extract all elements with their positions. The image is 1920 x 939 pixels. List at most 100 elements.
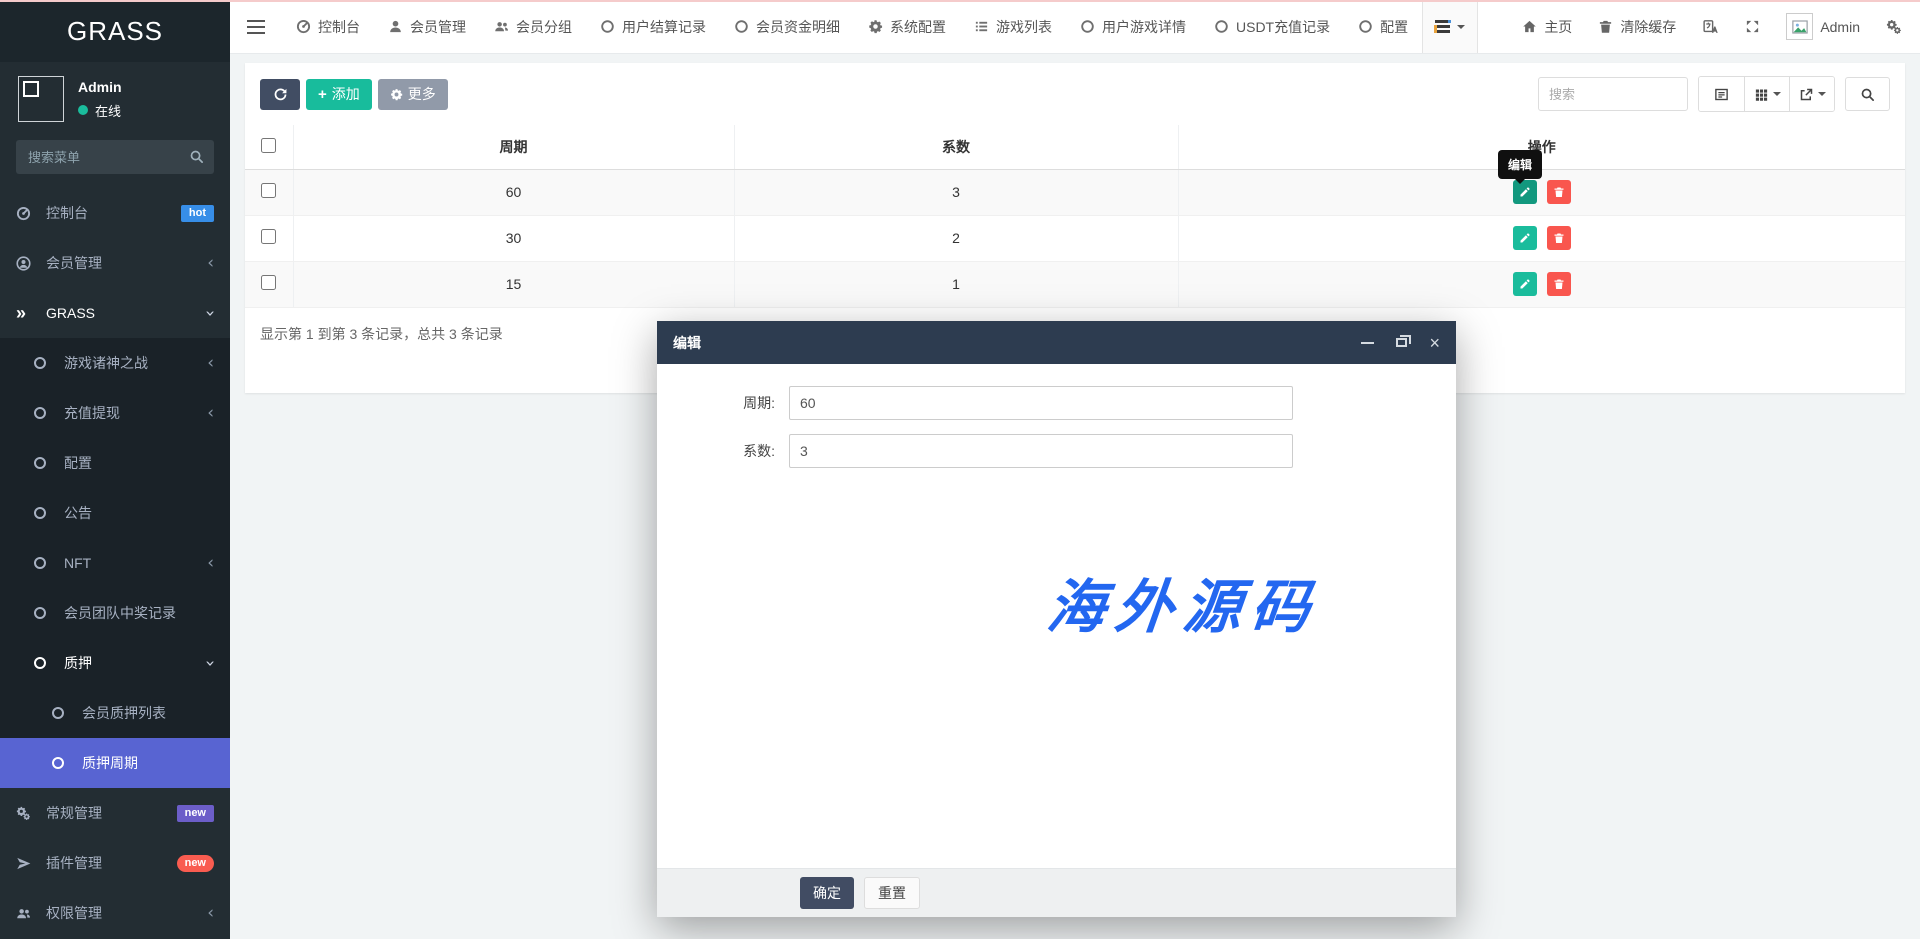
dialog-titlebar[interactable]: 编辑 × [657, 321, 1456, 364]
edit-button[interactable] [1513, 272, 1537, 296]
user-status: 在线 [78, 101, 122, 120]
sidebar-item-member[interactable]: 会员管理 ‹ [0, 238, 230, 288]
edit-button[interactable] [1513, 226, 1537, 250]
sidebar-item-dashboard[interactable]: 控制台 hot [0, 188, 230, 238]
export-button[interactable] [1789, 77, 1834, 111]
reset-button[interactable]: 重置 [864, 877, 920, 909]
row-checkbox[interactable] [261, 275, 276, 290]
detail-view-button[interactable] [1699, 77, 1744, 111]
navbar-right: 主页 清除缓存 Admin [1522, 13, 1902, 40]
sidebar-item-pledge-list[interactable]: 会员质押列表 [0, 688, 230, 738]
sidebar-item-label: 公告 [64, 503, 92, 523]
user-panel: Admin 在线 [0, 62, 230, 130]
circle-icon [1214, 19, 1229, 34]
clear-cache-button[interactable]: 清除缓存 [1598, 17, 1676, 37]
row-select-cell [245, 215, 293, 261]
actions-cell [1178, 261, 1905, 307]
search-toggle-button[interactable] [1845, 77, 1890, 111]
period-field[interactable] [789, 386, 1293, 420]
tab-member-group[interactable]: 会员分组 [480, 0, 586, 53]
delete-button[interactable] [1547, 180, 1571, 204]
table-toolbar: + 添加 更多 [245, 63, 1905, 125]
expand-icon [1745, 19, 1760, 34]
period-cell: 15 [293, 261, 734, 307]
tab-usdt-recharge[interactable]: USDT充值记录 [1200, 0, 1344, 53]
sidebar-item-game[interactable]: 游戏诸神之战 ‹ [0, 338, 230, 388]
sidebar-item-team[interactable]: 会员团队中奖记录 [0, 588, 230, 638]
tabs-dropdown-button[interactable] [1422, 0, 1478, 53]
home-button[interactable]: 主页 [1522, 17, 1572, 37]
sidebar-item-pledge-cycle[interactable]: 质押周期 [0, 738, 230, 788]
dialog-title: 编辑 [673, 333, 701, 353]
row-checkbox[interactable] [261, 229, 276, 244]
watermark: 海外源码 [1005, 560, 1364, 644]
sidebar-item-label: 质押 [64, 653, 92, 673]
tab-user-game-detail[interactable]: 用户游戏详情 [1066, 0, 1200, 53]
menu-search [16, 140, 214, 174]
sidebar-item-label: 常规管理 [46, 803, 102, 823]
top-navbar: 控制台 会员管理 会员分组 用户结算记录 会员资金明细 系统配置 游戏列表 用户… [230, 0, 1920, 54]
maximize-icon[interactable] [1396, 338, 1407, 347]
tab-dashboard[interactable]: 控制台 [282, 0, 374, 53]
sidebar-item-auth[interactable]: 权限管理 ‹ [0, 888, 230, 938]
form-row-factor: 系数: [657, 434, 1456, 468]
circle-icon [34, 507, 58, 519]
confirm-button[interactable]: 确定 [800, 877, 854, 909]
sidebar-item-grass[interactable]: » GRASS ‹ [0, 288, 230, 338]
sidebar-menu: 控制台 hot 会员管理 ‹ » GRASS ‹ 游戏诸神之战 ‹ 充值提现 ‹ [0, 188, 230, 938]
online-dot-icon [78, 105, 88, 115]
refresh-button[interactable] [260, 79, 300, 110]
table-search-input[interactable] [1538, 77, 1688, 111]
settings-button[interactable] [1886, 19, 1902, 35]
grass-submenu: 游戏诸神之战 ‹ 充值提现 ‹ 配置 公告 NFT ‹ [0, 338, 230, 788]
circle-icon [34, 657, 58, 669]
sidebar-item-nft[interactable]: NFT ‹ [0, 538, 230, 588]
sidebar-item-notice[interactable]: 公告 [0, 488, 230, 538]
tab-game-list[interactable]: 游戏列表 [960, 0, 1066, 53]
tab-label: 系统配置 [890, 17, 946, 37]
users-icon [494, 19, 509, 34]
tab-member[interactable]: 会员管理 [374, 0, 480, 53]
username-label: Admin [1820, 19, 1860, 35]
circle-icon [34, 407, 58, 419]
menu-search-input[interactable] [16, 140, 214, 174]
tab-config[interactable]: 配置 [1344, 0, 1422, 53]
add-button[interactable]: + 添加 [306, 79, 372, 110]
language-button[interactable] [1702, 18, 1719, 35]
columns-button[interactable] [1744, 77, 1789, 111]
avatar [18, 76, 64, 122]
close-icon[interactable]: × [1429, 334, 1440, 352]
fullscreen-button[interactable] [1745, 19, 1760, 34]
edit-tooltip: 编辑 [1498, 150, 1542, 179]
select-all-checkbox[interactable] [261, 138, 276, 153]
more-button[interactable]: 更多 [378, 79, 448, 110]
tab-label: 控制台 [318, 17, 360, 37]
sidebar-item-pledge[interactable]: 质押 ‹ [0, 638, 230, 688]
tachometer-icon [296, 19, 311, 34]
sidebar-item-general[interactable]: 常规管理 new [0, 788, 230, 838]
user-menu[interactable]: Admin [1786, 13, 1860, 40]
sidebar-item-label: 游戏诸神之战 [64, 353, 148, 373]
sidebar-item-config[interactable]: 配置 [0, 438, 230, 488]
chevron-down-icon: ‹ [202, 310, 219, 317]
chevron-left-icon: ‹ [207, 255, 214, 272]
chevron-left-icon: ‹ [207, 355, 214, 372]
tab-label: USDT充值记录 [1236, 17, 1330, 37]
circle-icon [1080, 19, 1095, 34]
sidebar-item-addon[interactable]: 插件管理 new [0, 838, 230, 888]
sidebar-item-label: 质押周期 [82, 753, 138, 773]
minimize-icon[interactable] [1361, 342, 1374, 344]
row-checkbox[interactable] [261, 183, 276, 198]
tab-settle-record[interactable]: 用户结算记录 [586, 0, 720, 53]
period-field-label: 周期: [657, 393, 789, 413]
tab-system-config[interactable]: 系统配置 [854, 0, 960, 53]
sidebar-item-label: 控制台 [46, 203, 88, 223]
sidebar-toggle-button[interactable] [230, 0, 282, 53]
sidebar-item-recharge[interactable]: 充值提现 ‹ [0, 388, 230, 438]
delete-button[interactable] [1547, 272, 1571, 296]
column-header-period: 周期 [293, 125, 734, 169]
tab-label: 游戏列表 [996, 17, 1052, 37]
delete-button[interactable] [1547, 226, 1571, 250]
tab-fund-detail[interactable]: 会员资金明细 [720, 0, 854, 53]
factor-field[interactable] [789, 434, 1293, 468]
